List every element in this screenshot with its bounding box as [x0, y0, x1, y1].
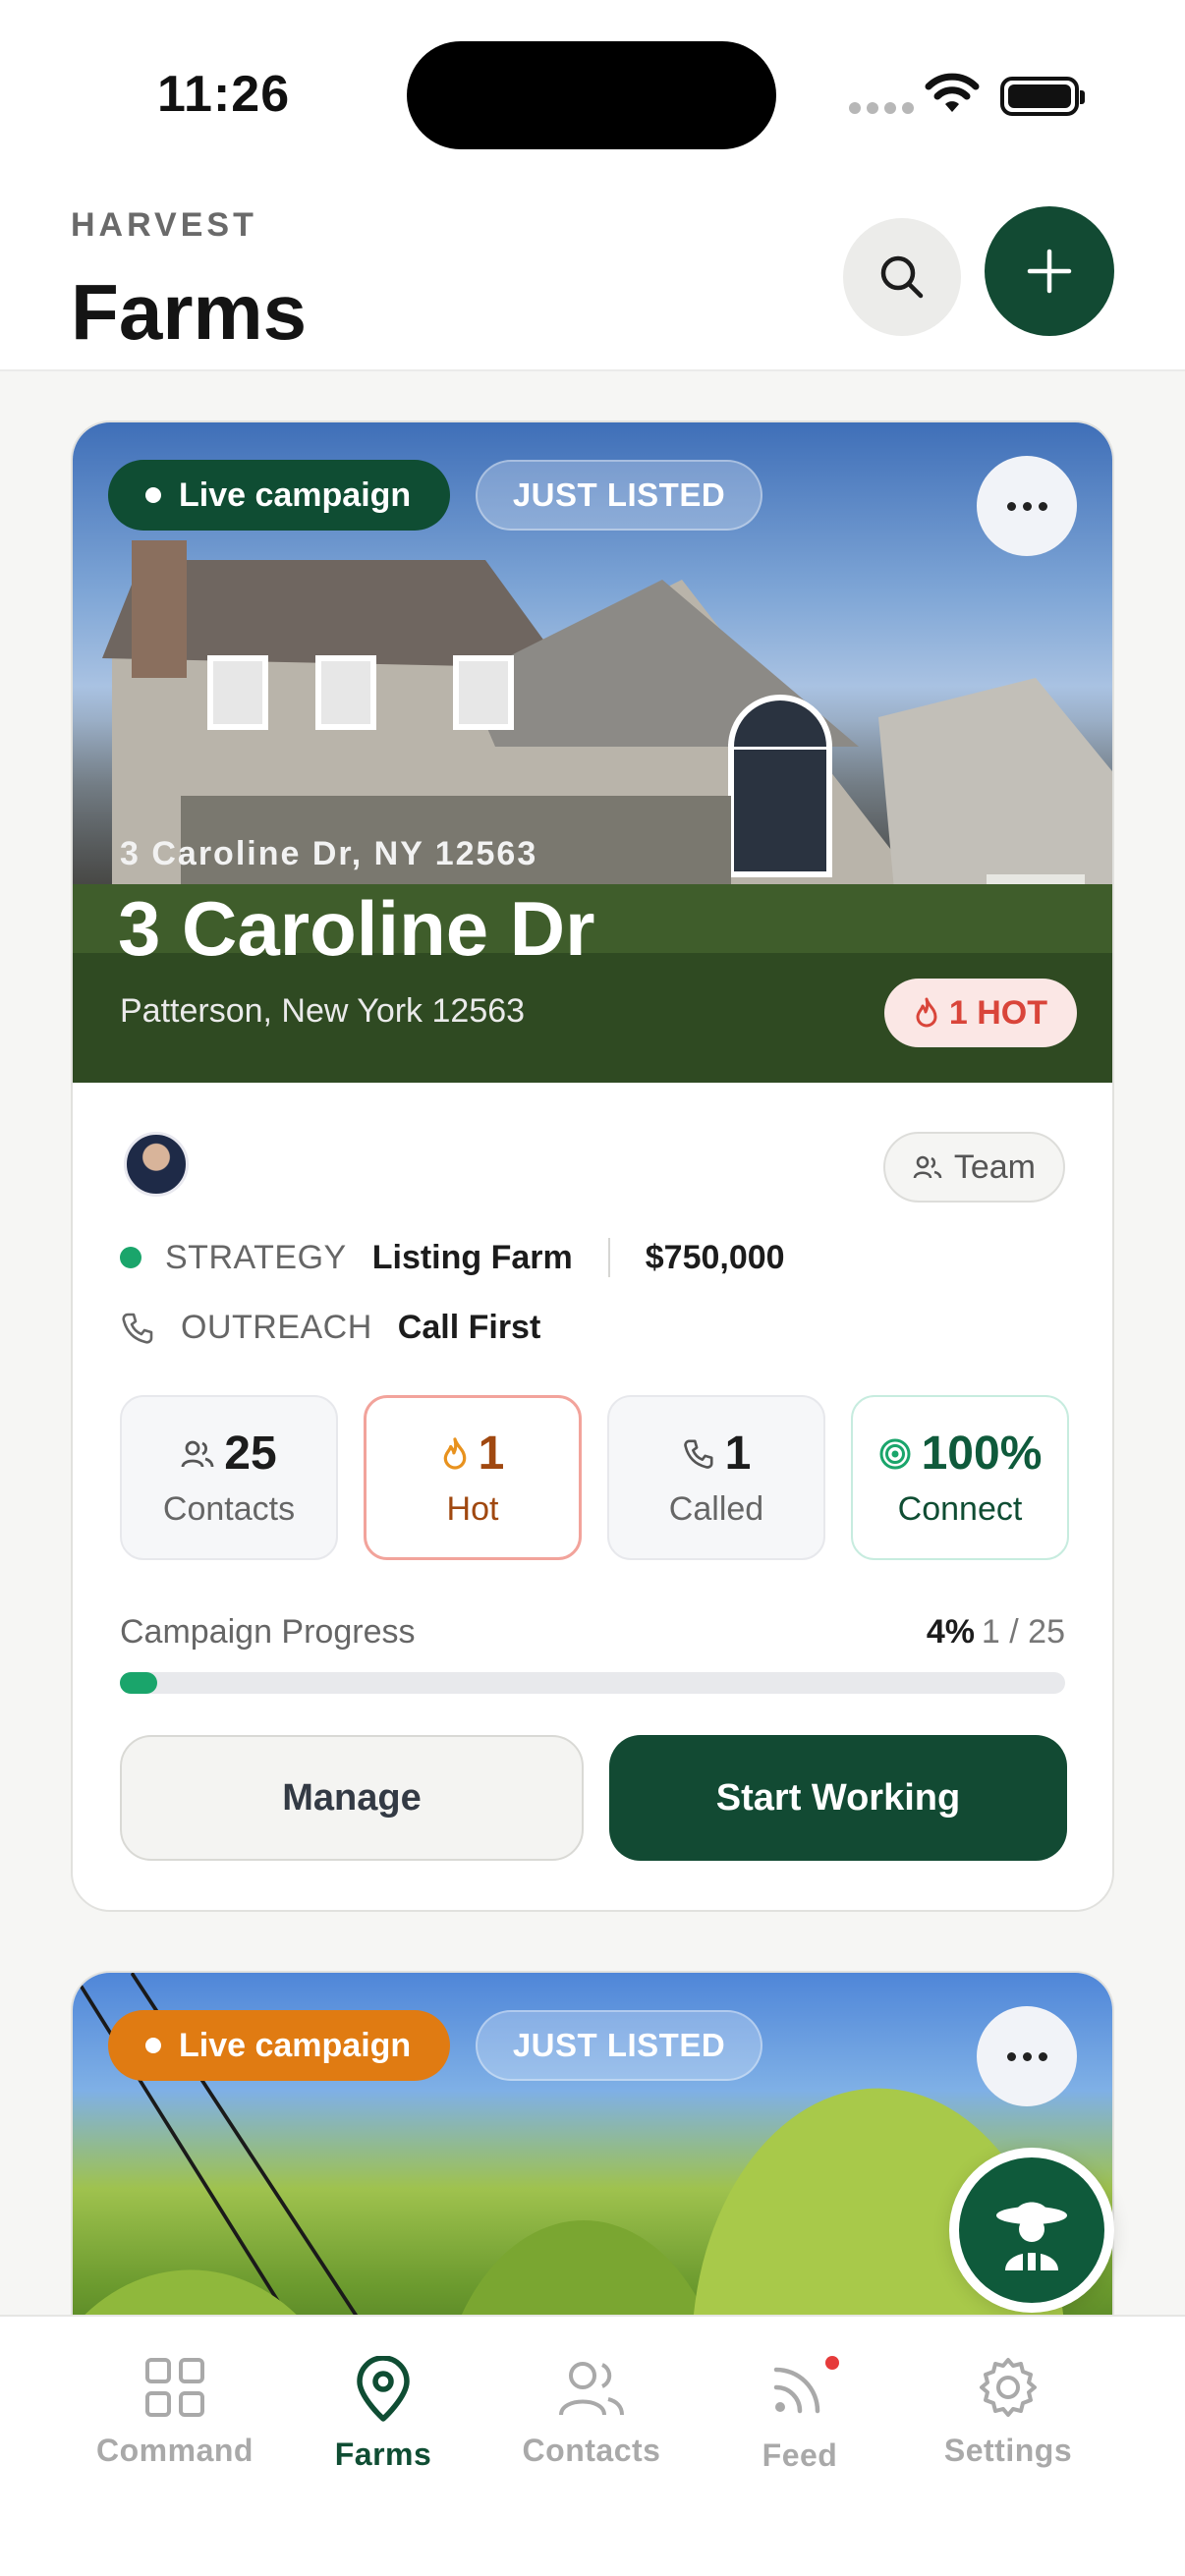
divider — [607, 1238, 610, 1277]
tab-command-label: Command — [96, 2433, 254, 2468]
stat-connect-label: Connect — [897, 1490, 1023, 1528]
listing-tag: JUST LISTED — [476, 460, 762, 531]
property-photo: Live campaign JUST LISTED — [73, 1973, 1112, 2362]
flame-icon — [916, 997, 937, 1028]
start-working-button[interactable]: Start Working — [609, 1735, 1067, 1861]
battery-icon — [1000, 77, 1085, 116]
wifi-icon — [925, 73, 980, 112]
rss-icon — [773, 2367, 820, 2414]
stat-called[interactable]: 1 Called — [607, 1395, 825, 1560]
stats-row: 25 Contacts 1 Hot 1 Called 100% Connect — [120, 1395, 1069, 1560]
app-header: HARVEST Farms — [0, 177, 1185, 371]
stat-connect-value: 100% — [921, 1428, 1043, 1480]
search-icon — [880, 255, 924, 299]
strategy-value: Listing Farm — [371, 1238, 573, 1276]
status-dot — [145, 487, 161, 503]
map-pin-icon — [357, 2356, 410, 2422]
stat-called-label: Called — [668, 1490, 764, 1528]
tab-farms-label: Farms — [334, 2436, 432, 2472]
team-icon — [913, 1155, 942, 1179]
strategy-label: STRATEGY — [165, 1238, 347, 1276]
users-icon — [559, 2362, 624, 2416]
progress-label: Campaign Progress — [120, 1613, 416, 1651]
search-button[interactable] — [843, 218, 961, 336]
tab-contacts[interactable]: Contacts — [487, 2356, 696, 2469]
dynamic-island — [407, 41, 776, 149]
price-value: $750,000 — [645, 1238, 785, 1276]
campaign-status-label: Live campaign — [179, 2026, 412, 2064]
progress-percent: 4% — [926, 1613, 975, 1651]
tab-command[interactable]: Command — [71, 2356, 279, 2469]
stat-contacts-value: 25 — [224, 1428, 277, 1480]
stat-hot[interactable]: 1 Hot — [364, 1395, 582, 1560]
stat-hot-label: Hot — [446, 1490, 499, 1528]
tab-feed[interactable]: Feed — [696, 2356, 904, 2474]
stat-called-value: 1 — [724, 1428, 752, 1480]
tab-contacts-label: Contacts — [522, 2433, 661, 2468]
outreach-row: OUTREACH Call First — [120, 1309, 540, 1347]
stat-contacts[interactable]: 25 Contacts — [120, 1395, 338, 1560]
farmer-icon — [996, 2202, 1067, 2270]
campaign-status-label: Live campaign — [179, 476, 412, 514]
tab-bar: Command Farms Contacts Feed Settings — [0, 2315, 1185, 2576]
add-farm-button[interactable] — [985, 206, 1114, 336]
tab-settings-label: Settings — [943, 2433, 1073, 2468]
stat-connect[interactable]: 100% Connect — [851, 1395, 1069, 1560]
campaign-status-pill: Live campaign — [108, 2010, 451, 2081]
campaign-status-pill: Live campaign — [108, 460, 451, 531]
farm-card[interactable]: Live campaign JUST LISTED 3 Caroline Dr,… — [71, 420, 1114, 1912]
status-time: 11:26 — [157, 66, 291, 123]
stat-contacts-label: Contacts — [162, 1490, 296, 1528]
strategy-row: STRATEGY Listing Farm $750,000 — [120, 1238, 785, 1277]
property-title: 3 Caroline Dr — [118, 885, 595, 972]
grid-icon — [145, 2358, 204, 2417]
gear-icon — [980, 2358, 1037, 2417]
app-eyebrow: HARVEST — [71, 206, 257, 244]
team-label: Team — [953, 1148, 1036, 1186]
contacts-icon — [181, 1440, 214, 1467]
flame-icon — [443, 1436, 466, 1470]
stat-hot-value: 1 — [478, 1428, 505, 1480]
assistant-button[interactable] — [949, 2148, 1114, 2313]
outreach-value: Call First — [397, 1309, 541, 1346]
hot-badge: 1 HOT — [883, 979, 1077, 1047]
phone-icon — [683, 1438, 713, 1469]
manage-button[interactable]: Manage — [120, 1735, 584, 1861]
target-icon — [879, 1438, 911, 1469]
progress-fill — [120, 1672, 158, 1694]
status-dot — [145, 2038, 161, 2053]
card-more-button[interactable] — [977, 456, 1077, 556]
progress-bar — [120, 1672, 1065, 1694]
notification-dot — [825, 2356, 839, 2370]
progress-count: 1 / 25 — [981, 1613, 1065, 1651]
hot-badge-label: 1 HOT — [948, 993, 1047, 1032]
tab-feed-label: Feed — [762, 2437, 838, 2473]
property-address-line: 3 Caroline Dr, NY 12563 — [120, 835, 538, 872]
property-city: Patterson, New York 12563 — [120, 992, 526, 1030]
farm-card[interactable]: Live campaign JUST LISTED — [71, 1971, 1114, 2364]
property-photo: Live campaign JUST LISTED 3 Caroline Dr,… — [73, 422, 1112, 1083]
outreach-label: OUTREACH — [181, 1309, 372, 1346]
avatar[interactable] — [124, 1132, 189, 1197]
listing-tag: JUST LISTED — [476, 2010, 762, 2081]
strategy-dot — [120, 1247, 141, 1268]
card-more-button[interactable] — [977, 2006, 1077, 2106]
page-title: Farms — [71, 268, 308, 356]
tab-settings[interactable]: Settings — [904, 2356, 1112, 2469]
tab-farms[interactable]: Farms — [279, 2356, 487, 2473]
team-button[interactable]: Team — [882, 1132, 1065, 1203]
phone-icon — [122, 1313, 153, 1344]
cellular-signal-icon — [849, 102, 914, 114]
plus-icon — [1027, 249, 1072, 294]
status-bar: 11:26 — [0, 0, 1185, 177]
